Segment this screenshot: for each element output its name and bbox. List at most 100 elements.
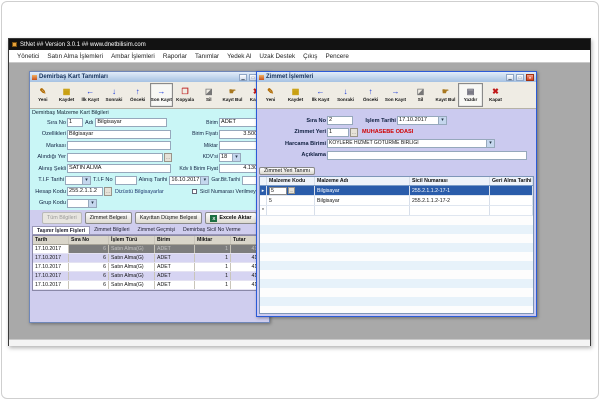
demirbas-window-icon bbox=[32, 75, 37, 80]
zimmet-yeri-lookup-button[interactable] bbox=[350, 128, 358, 137]
pencil-icon bbox=[40, 88, 47, 96]
new-row[interactable] bbox=[260, 206, 533, 216]
harcama-birimi-select[interactable]: KÖYLERE HİZMET GÖTÜRME BİRLİĞİ bbox=[327, 139, 495, 148]
onceki-button[interactable]: Önceki bbox=[358, 83, 383, 107]
menu-cikis[interactable]: Çıkış bbox=[299, 53, 321, 60]
main-window: StNet ## Version 3.0.1 ## www.dnetbilisi… bbox=[8, 38, 591, 346]
adi-field[interactable]: Bilgisayar bbox=[95, 118, 167, 127]
menu-satin-alma-islemleri[interactable]: Satın Alma İşlemleri bbox=[43, 53, 107, 60]
demirbas-lower-section: Tüm Bilgileri Zimmet Belgesi Kayıttan Dü… bbox=[30, 210, 269, 322]
minimize-button[interactable]: ▁ bbox=[506, 74, 514, 81]
alinis-sekli-field[interactable]: SATIN ALMA bbox=[67, 164, 171, 173]
islem-tarihi-label: İşlem Tarihi bbox=[354, 118, 396, 124]
save-icon bbox=[292, 88, 300, 96]
son-kayit-button[interactable]: Son Kayıt bbox=[150, 83, 174, 107]
markasi-field[interactable] bbox=[67, 141, 171, 150]
col-birim[interactable]: Birim bbox=[155, 236, 195, 244]
ilk-kayit-button[interactable]: İlk Kayıt bbox=[78, 83, 102, 107]
sonraki-button[interactable]: Sonraki bbox=[102, 83, 126, 107]
ilk-kayit-button[interactable]: İlk Kayıt bbox=[308, 83, 333, 107]
yeni-button[interactable]: Yeni bbox=[31, 83, 55, 107]
table-row[interactable]: 17.10.2017 6 Satın Alma(G) ADET 1 4130 bbox=[33, 263, 266, 272]
sicil-verilmeyecek-checkbox[interactable] bbox=[192, 189, 197, 194]
close-button[interactable]: × bbox=[526, 74, 534, 81]
alinis-tarihi-select[interactable]: 16.10.2017 bbox=[169, 176, 209, 185]
excele-aktar-button[interactable]: Excele Aktar bbox=[205, 212, 256, 224]
menu-yonetici[interactable]: Yönetici bbox=[13, 53, 43, 60]
sira-no-field[interactable]: 1 bbox=[67, 118, 83, 127]
col-sicil-numarasi[interactable]: Sicil Numarası bbox=[410, 177, 490, 185]
kapat-button[interactable]: Kapat bbox=[483, 83, 508, 107]
demirbas-window-title-bar[interactable]: Demirbaş Kart Tanımları ▁ □ × bbox=[30, 72, 269, 82]
col-miktar[interactable]: Miktar bbox=[195, 236, 231, 244]
alindigi-yer-lookup-button[interactable] bbox=[164, 153, 172, 162]
sira-no-field[interactable]: 2 bbox=[327, 116, 353, 125]
maximize-button[interactable]: □ bbox=[516, 74, 524, 81]
zimmet-yeri-tanimi-button[interactable]: Zimmet Yeri Tanımı bbox=[259, 167, 315, 175]
col-tarih[interactable]: Tarih bbox=[33, 236, 69, 244]
col-malzeme-adi[interactable]: Malzeme Adı bbox=[315, 177, 410, 185]
table-row[interactable]: 5 Bilgisayar 255.2.1.1.2-17-1 bbox=[260, 186, 533, 196]
aciklama-field[interactable] bbox=[327, 151, 527, 160]
col-geri-alma-tarihi[interactable]: Geri Alma Tarihi bbox=[490, 177, 533, 185]
onceki-button[interactable]: Önceki bbox=[126, 83, 150, 107]
tab-zimmet-bilgileri[interactable]: Zimmet Bilgileri bbox=[90, 226, 133, 234]
menu-uzak-destek[interactable]: Uzak Destek bbox=[255, 53, 299, 60]
alindigi-yer-label: Alındığı Yer bbox=[32, 154, 66, 160]
table-row[interactable]: 17.10.2017 6 Satın Alma(G) ADET 1 4130 bbox=[33, 245, 266, 254]
adi-label: Adı bbox=[84, 120, 94, 126]
table-row[interactable]: 17.10.2017 6 Satın Alma(G) ADET 1 4130 bbox=[33, 272, 266, 281]
table-row[interactable]: 17.10.2017 6 Satın Alma(G) ADET 1 4130 bbox=[33, 281, 266, 290]
minimize-button[interactable]: ▁ bbox=[239, 74, 247, 81]
kdv-select[interactable]: 18 bbox=[219, 153, 241, 162]
sil-button[interactable]: Sil bbox=[408, 83, 433, 107]
tif-tarihi-select[interactable] bbox=[65, 176, 91, 185]
malzeme-lookup-button[interactable] bbox=[288, 187, 295, 194]
demirbas-toolbar: Yeni Kaydet İlk Kayıt Sonraki Önceki Son… bbox=[30, 82, 269, 109]
kayit-bul-button[interactable]: Kayıt Bul bbox=[433, 83, 458, 107]
arrow-left-icon bbox=[86, 88, 94, 96]
kaydet-button[interactable]: Kaydet bbox=[283, 83, 308, 107]
grup-kodu-select[interactable] bbox=[67, 199, 97, 208]
kayittan-dusme-belgesi-button[interactable]: Kayıttan Düşme Belgesi bbox=[135, 212, 203, 224]
table-row[interactable]: 17.10.2017 6 Satın Alma(G) ADET 1 4130 bbox=[33, 254, 266, 263]
table-row[interactable]: 5 Bilgisayar 255.2.1.1.2-17-2 bbox=[260, 196, 533, 206]
zimmet-yeri-field[interactable]: 1 bbox=[327, 128, 349, 137]
kaydet-button[interactable]: Kaydet bbox=[55, 83, 79, 107]
tif-no-field[interactable] bbox=[115, 176, 137, 185]
tasinir-islem-grid: Tarih Sıra No İşlem Türü Birim Miktar Tu… bbox=[32, 235, 267, 291]
kopyala-button[interactable]: Kopyala bbox=[173, 83, 197, 107]
main-title-bar[interactable]: StNet ## Version 3.0.1 ## www.dnetbilisi… bbox=[9, 39, 590, 50]
alindigi-yer-field[interactable] bbox=[67, 153, 163, 162]
delete-icon bbox=[205, 88, 213, 96]
col-islem-turu[interactable]: İşlem Türü bbox=[109, 236, 155, 244]
son-kayit-button[interactable]: Son Kayıt bbox=[383, 83, 408, 107]
zimmet-islemleri-window: Zimmet İşlemleri ▁ □ × Yeni Kaydet İlk K… bbox=[256, 71, 537, 317]
menu-raporlar[interactable]: Raporlar bbox=[159, 53, 191, 60]
menu-yedek-al[interactable]: Yedek Al bbox=[223, 53, 255, 60]
hesap-kodu-lookup-button[interactable] bbox=[104, 187, 112, 196]
zimmet-window-title-bar[interactable]: Zimmet İşlemleri ▁ □ × bbox=[257, 72, 536, 82]
zimmet-belgesi-button[interactable]: Zimmet Belgesi bbox=[85, 212, 132, 224]
yazdir-button[interactable]: Yazdır bbox=[458, 83, 483, 107]
menu-pencere[interactable]: Pencere bbox=[321, 53, 352, 60]
sonraki-button[interactable]: Sonraki bbox=[333, 83, 358, 107]
group-title: Demirbaş Malzeme Kart Bilgileri bbox=[32, 110, 267, 117]
tab-demirbas-sicil-no-verme[interactable]: Demirbaş Sicil No Verme bbox=[179, 226, 245, 234]
col-sira-no[interactable]: Sıra No bbox=[69, 236, 109, 244]
hesap-kodu-field[interactable]: 255.2.1.1.2 bbox=[67, 187, 103, 196]
col-malzeme-kodu[interactable]: Malzeme Kodu bbox=[267, 177, 315, 185]
islem-tarihi-select[interactable]: 17.10.2017 bbox=[397, 116, 447, 125]
excel-icon bbox=[210, 215, 217, 222]
menu-ambar-islemleri[interactable]: Ambar İşlemleri bbox=[107, 53, 159, 60]
tab-tasinir-islem-fisleri[interactable]: Taşınır İşlem Fişleri bbox=[32, 226, 90, 234]
find-icon bbox=[442, 88, 449, 96]
birim-label: Birim bbox=[174, 120, 218, 126]
ozellikleri-field[interactable]: Bilgisayar bbox=[67, 130, 171, 139]
kayit-bul-button[interactable]: Kayıt Bul bbox=[221, 83, 245, 107]
tab-zimmet-gecmisi[interactable]: Zimmet Geçmişi bbox=[134, 226, 179, 234]
aciklama-label: Açıklama bbox=[284, 152, 326, 158]
menu-tanimlar[interactable]: Tanımlar bbox=[191, 53, 223, 60]
sil-button[interactable]: Sil bbox=[197, 83, 221, 107]
yeni-button[interactable]: Yeni bbox=[258, 83, 283, 107]
